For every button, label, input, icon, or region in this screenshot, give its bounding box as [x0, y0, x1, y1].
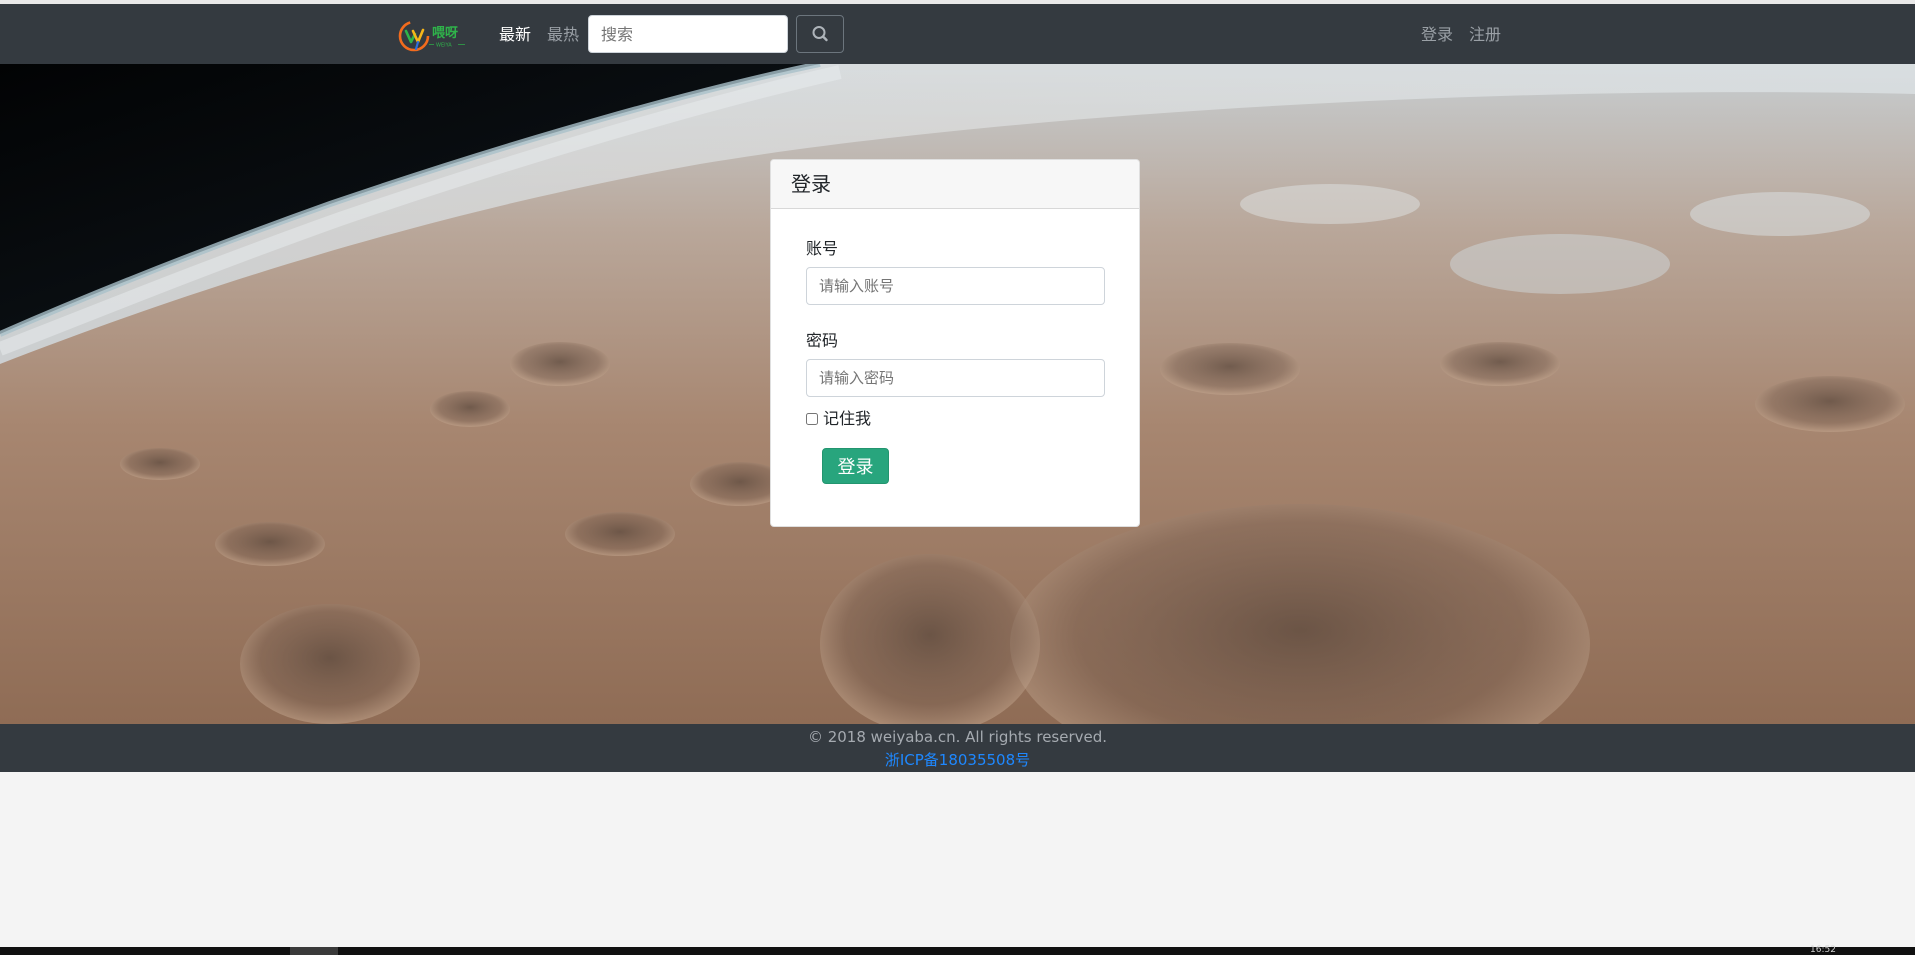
hero-background: 登录 账号 密码 记住我 登录: [0, 64, 1915, 724]
remember-me-checkbox[interactable]: [806, 413, 818, 425]
top-navbar: 喂呀 WEIYA 最新 最热 登录 注册: [0, 4, 1915, 64]
taskbar-item[interactable]: [290, 947, 338, 955]
taskbar-clock: 16:52: [1810, 945, 1836, 955]
login-card-title: 登录: [771, 160, 1139, 209]
remember-me: 记住我: [806, 409, 871, 429]
nav-register-link[interactable]: 注册: [1469, 24, 1501, 46]
footer-copyright: © 2018 weiyaba.cn. All rights reserved.: [807, 728, 1108, 746]
account-label: 账号: [806, 239, 839, 258]
password-input[interactable]: [806, 359, 1105, 397]
nav-link-hot[interactable]: 最热: [547, 24, 579, 46]
nav-link-latest[interactable]: 最新: [499, 24, 531, 46]
site-logo[interactable]: 喂呀 WEIYA: [397, 17, 475, 53]
login-card: 登录 账号 密码 记住我 登录: [770, 159, 1140, 527]
search-icon: [812, 26, 828, 42]
site-footer: © 2018 weiyaba.cn. All rights reserved. …: [0, 724, 1915, 772]
account-input[interactable]: [806, 267, 1105, 305]
logo-subtext: WEIYA: [436, 43, 452, 49]
remember-me-label[interactable]: 记住我: [823, 409, 871, 429]
search-input[interactable]: [588, 15, 788, 53]
login-submit-button[interactable]: 登录: [822, 448, 889, 484]
nav-login-link[interactable]: 登录: [1421, 24, 1453, 46]
password-label: 密码: [806, 331, 839, 350]
logo-text: 喂呀: [432, 26, 458, 41]
search-button[interactable]: [796, 15, 844, 53]
os-taskbar: 16:52: [0, 945, 1915, 955]
footer-icp-link[interactable]: 浙ICP备18035508号: [0, 750, 1915, 770]
